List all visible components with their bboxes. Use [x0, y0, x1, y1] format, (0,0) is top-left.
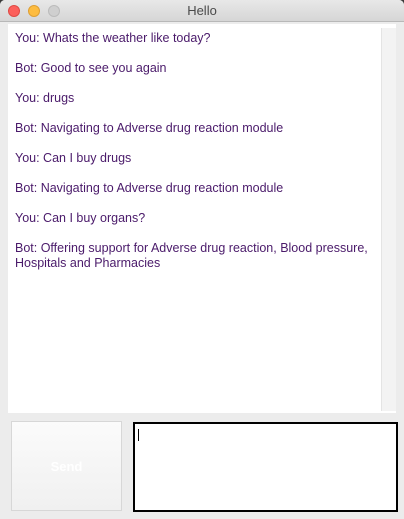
chat-message: Bot: Offering support for Adverse drug r… [15, 241, 368, 270]
chat-message: Bot: Navigating to Adverse drug reaction… [15, 181, 284, 195]
window-title: Hello [187, 3, 217, 18]
send-button[interactable]: Send [11, 421, 122, 511]
chat-message: You: Can I buy organs? [15, 211, 146, 225]
chat-message: Bot: Good to see you again [15, 61, 167, 75]
chat-message-list: You: Whats the weather like today? Bot: … [15, 31, 379, 286]
chat-message: You: drugs [15, 91, 75, 105]
chat-message: Bot: Navigating to Adverse drug reaction… [15, 121, 284, 135]
title-bar[interactable]: Hello [0, 0, 404, 22]
text-caret [138, 429, 139, 441]
chat-window: Hello You: Whats the weather like today?… [0, 0, 404, 519]
chat-message: You: Whats the weather like today? [15, 31, 211, 45]
chat-scrollbar[interactable] [381, 28, 396, 411]
message-input[interactable] [133, 422, 398, 512]
chat-message: You: Can I buy drugs [15, 151, 132, 165]
